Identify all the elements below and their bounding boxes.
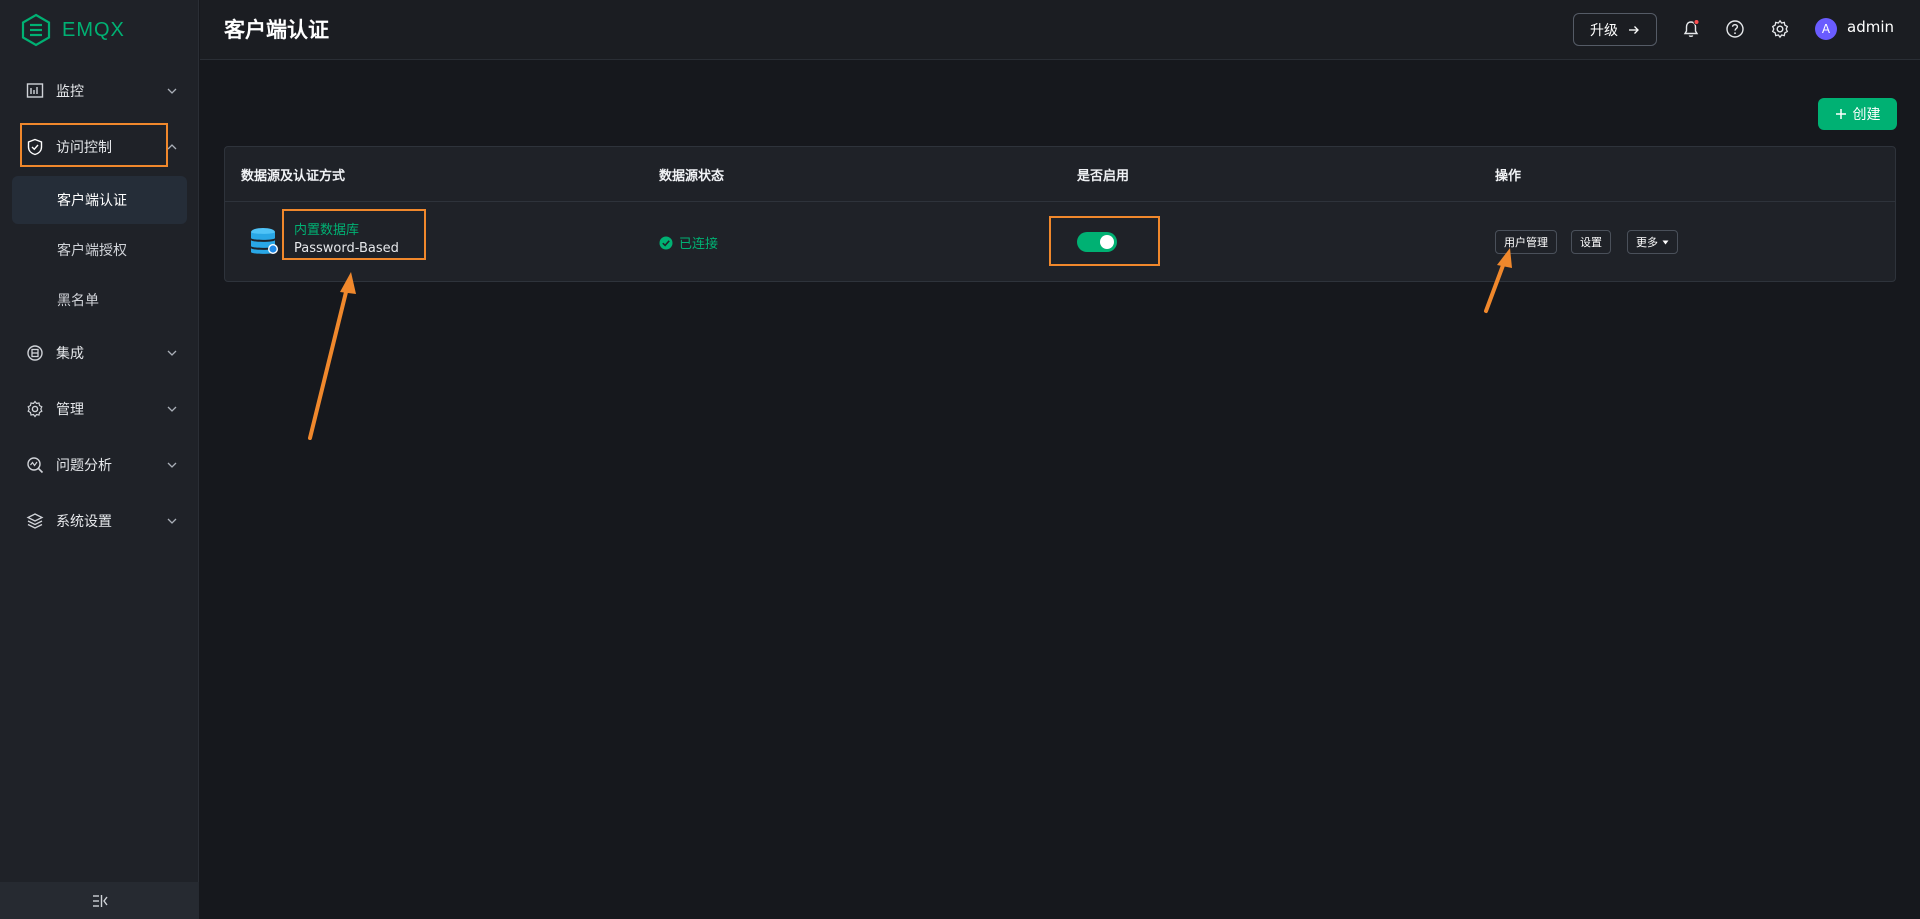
plus-icon (1835, 109, 1846, 119)
column-header-source: 数据源及认证方式 (241, 169, 346, 184)
upgrade-label: 升级 (1590, 22, 1618, 39)
system-icon (24, 510, 46, 532)
create-label: 创建 (1852, 107, 1881, 123)
emqx-logo-icon (21, 13, 51, 47)
sidebar-item-label: 监控 (56, 84, 84, 100)
logo[interactable]: EMQX (20, 12, 125, 48)
analysis-icon (24, 454, 46, 476)
sidebar-item-management[interactable]: 管理 (20, 387, 180, 431)
sidebar-subitem-client-auth[interactable]: 客户端认证 (12, 176, 187, 224)
auth-table: 数据源及认证方式 数据源状态 是否启用 操作 内置数据库 Password-Ba… (224, 146, 1896, 282)
chevron-down-icon (164, 457, 180, 473)
sidebar-item-label: 集成 (56, 346, 84, 362)
arrow-right-icon (1629, 25, 1639, 34)
sidebar: EMQX 监控 访问控制 客户端认证 客户端授权 黑名单 集成 管理 问题分析 … (0, 0, 199, 919)
table-header-divider (225, 201, 1895, 202)
chevron-down-icon (164, 513, 180, 529)
sidebar-subitem-blacklist[interactable]: 黑名单 (12, 276, 187, 324)
bell-icon (1683, 19, 1700, 37)
column-header-enabled: 是否启用 (1077, 169, 1130, 184)
user-management-button[interactable]: 用户管理 (1495, 230, 1557, 254)
chevron-down-icon (164, 83, 180, 99)
sidebar-item-analysis[interactable]: 问题分析 (20, 443, 180, 487)
database-icon (251, 228, 278, 254)
upgrade-button[interactable]: 升级 (1573, 13, 1657, 46)
more-button[interactable]: 更多 (1627, 230, 1678, 254)
status-text: 已连接 (679, 237, 719, 252)
sidebar-item-label: 问题分析 (56, 458, 112, 474)
top-header: 客户端认证 升级 A admin (200, 0, 1920, 60)
column-header-status: 数据源状态 (659, 169, 725, 184)
column-header-actions: 操作 (1495, 169, 1522, 184)
sidebar-item-integration[interactable]: 集成 (20, 331, 180, 375)
more-label: 更多 (1636, 236, 1658, 249)
sidebar-item-system-settings[interactable]: 系统设置 (20, 499, 180, 543)
integration-icon (24, 342, 46, 364)
caret-down-icon (1662, 240, 1669, 244)
annotation-highlight-access-control (20, 123, 168, 167)
sidebar-subitem-client-authz[interactable]: 客户端授权 (12, 226, 187, 274)
sidebar-item-label: 系统设置 (56, 514, 112, 530)
logo-text: EMQX (62, 18, 125, 41)
chevron-down-icon (164, 345, 180, 361)
annotation-arrows (308, 248, 1512, 440)
sidebar-item-monitor[interactable]: 监控 (20, 69, 180, 113)
annotation-highlight-datasource (282, 209, 426, 260)
sidebar-subitem-label: 客户端授权 (57, 243, 127, 259)
gear-icon (1771, 19, 1789, 39)
collapse-sidebar-icon (92, 894, 108, 907)
annotation-highlight-toggle (1049, 216, 1160, 266)
sidebar-item-label: 管理 (56, 402, 84, 418)
help-icon (1726, 20, 1744, 38)
create-button[interactable]: 创建 (1818, 98, 1897, 130)
sidebar-subitem-label: 黑名单 (57, 293, 99, 309)
username[interactable]: admin (1847, 18, 1894, 36)
help-button[interactable] (1724, 18, 1746, 40)
sidebar-collapse-button[interactable] (0, 882, 199, 919)
chevron-down-icon (164, 401, 180, 417)
settings-row-button[interactable]: 设置 (1571, 230, 1611, 254)
user-management-label: 用户管理 (1504, 236, 1548, 249)
avatar[interactable]: A (1815, 18, 1837, 40)
notification-button[interactable] (1680, 18, 1702, 40)
sidebar-subitem-label: 客户端认证 (57, 193, 127, 209)
annotation-arrow-datasource (308, 272, 356, 440)
check-circle-icon (659, 236, 673, 249)
status-badge: 已连接 (659, 233, 718, 252)
page-title: 客户端认证 (224, 18, 329, 42)
settings-row-label: 设置 (1580, 236, 1602, 249)
gear-manage-icon (24, 398, 46, 420)
settings-button[interactable] (1769, 18, 1791, 40)
monitor-icon (24, 80, 46, 102)
